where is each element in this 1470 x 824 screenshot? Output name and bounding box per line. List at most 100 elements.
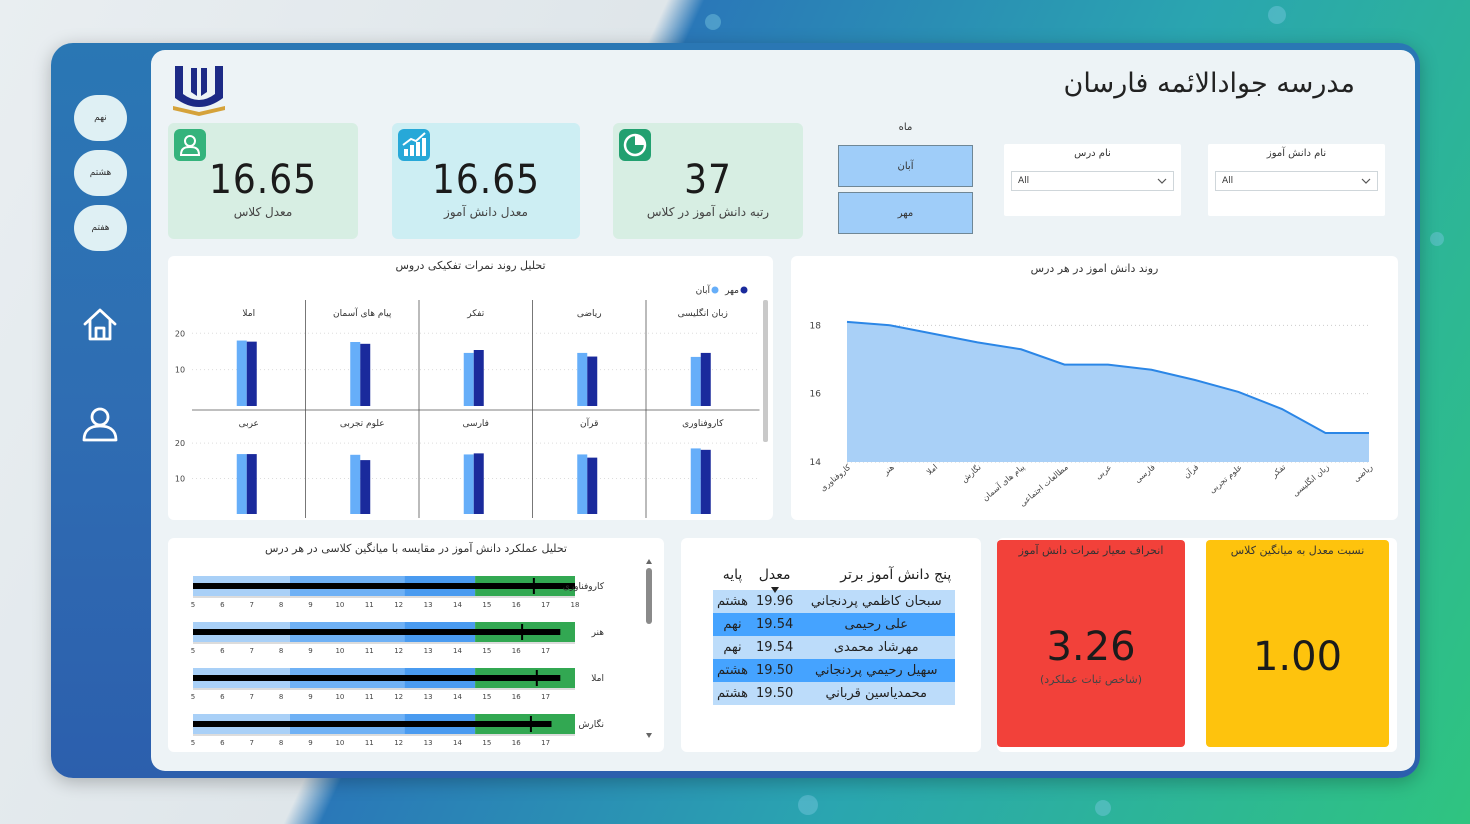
- bullet-tick-label: 15: [482, 739, 491, 747]
- lesson-dropdown-value: All: [1018, 176, 1030, 186]
- bar-aban: [690, 356, 701, 406]
- bar-mehr: [246, 341, 257, 406]
- bar-aban: [350, 454, 361, 514]
- header-grade[interactable]: پایه: [713, 560, 752, 590]
- bullet-row-label: کاروفناوری: [563, 582, 605, 592]
- bullet-value-bar: [193, 721, 552, 727]
- panel-label: تفکر: [466, 309, 484, 319]
- legend-mehr-marker: [740, 286, 748, 294]
- bullet-tick-label: 9: [308, 647, 312, 655]
- kpi-student-average: 16.65 معدل دانش آموز: [392, 123, 580, 239]
- month-option-mehr[interactable]: مهر: [838, 192, 973, 234]
- top-students-table: پنج دانش آموز برتر معدل پایه سبحان کاظمي…: [713, 560, 956, 705]
- bar-mehr: [473, 350, 484, 406]
- student-average: 19.54: [756, 640, 794, 655]
- bullet-tick-label: 7: [250, 647, 254, 655]
- scroll-down-icon: [646, 733, 652, 738]
- x-tick-label: پیام های آسمان: [980, 462, 1026, 503]
- table-row[interactable]: مهرشاد محمدی 19.54 نهم: [713, 636, 956, 659]
- bar-aban: [463, 454, 474, 514]
- bar-aban: [236, 454, 247, 514]
- student-name: محمدياسين قرباني: [825, 686, 928, 701]
- bullet-tick-label: 9: [308, 739, 312, 747]
- deviation-subtitle: (شاخص ثبات عملکرد): [1039, 673, 1143, 686]
- profile-icon[interactable]: [80, 404, 120, 444]
- lesson-trend-chart: تحلیل روند نمرات تفکیکی دروس مهر آبان 10 20…: [168, 256, 773, 520]
- bg-dot: [1268, 6, 1286, 24]
- bar-aban: [577, 454, 588, 514]
- bullet-tick-label: 13: [424, 647, 433, 655]
- student-average: 19.50: [756, 663, 794, 678]
- panel-label: زبان انگلیسی: [678, 307, 728, 319]
- deviation-value: 3.26: [1046, 624, 1136, 670]
- bullet-tick-label: 15: [482, 601, 491, 609]
- student-name: سبحان کاظمي پردنجاني: [810, 594, 942, 609]
- bullet-chart-card: تحلیل عملکرد دانش آموز در مقایسه با میان…: [168, 538, 664, 752]
- student-trend-chart: روند دانش اموز در هر درس 14 16 18 کاروفناور…: [791, 256, 1398, 520]
- kpi-label: معدل کلاس: [233, 205, 293, 219]
- bullet-value-bar: [193, 675, 561, 681]
- header-average[interactable]: معدل: [752, 560, 797, 593]
- bullet-tick-label: 13: [424, 601, 433, 609]
- chart-scrollbar: [763, 300, 768, 442]
- student-name: مهرشاد محمدی: [833, 640, 919, 655]
- table-row[interactable]: سبحان کاظمي پردنجاني 19.96 هشتم: [713, 590, 956, 613]
- kpi-label: معدل دانش آموز: [444, 205, 528, 219]
- y-tick-label: 18: [810, 321, 822, 331]
- bullet-value-bar: [193, 629, 561, 635]
- bullet-tick-label: 11: [365, 601, 374, 609]
- scroll-up-icon: [646, 559, 652, 564]
- bullet-tick-label: 11: [365, 647, 374, 655]
- bullet-tick-label: 16: [512, 739, 521, 747]
- panel-label: کاروفناوری: [682, 419, 724, 429]
- table-row[interactable]: سهيل رحيمي پردنجاني 19.50 هشتم: [713, 659, 956, 682]
- y-tick-label: 14: [810, 458, 822, 468]
- ratio-value: 1.00: [1252, 634, 1343, 680]
- student-dropdown[interactable]: All: [1215, 171, 1378, 191]
- grade-hashtom-button[interactable]: هشتم: [74, 150, 127, 196]
- student-slicer: نام دانش آموز All: [1208, 144, 1385, 216]
- bullet-tick-label: 5: [191, 739, 195, 747]
- lesson-slicer-title: نام درس: [1074, 148, 1111, 159]
- student-dropdown-value: All: [1222, 176, 1234, 186]
- x-tick-label: کاروفناوری: [818, 463, 852, 494]
- bullet-tick-label: 14: [453, 739, 462, 747]
- kpi-class-average: 16.65 معدل کلاس: [168, 123, 358, 239]
- bar-mehr: [246, 454, 257, 514]
- y-tick-label: 20: [175, 439, 185, 448]
- grade-nahom-button[interactable]: نهم: [74, 95, 127, 141]
- table-row[interactable]: محمدياسين قرباني 19.50 هشتم: [713, 682, 956, 705]
- table-row[interactable]: على رحيمى 19.54 نهم: [713, 613, 956, 636]
- panel-label: پیام های آسمان: [333, 307, 392, 319]
- month-slicer-title: ماه: [898, 122, 913, 133]
- bullet-tick-label: 11: [365, 739, 374, 747]
- bullet-tick-label: 16: [512, 693, 521, 701]
- header-name[interactable]: پنج دانش آموز برتر: [797, 560, 955, 590]
- top-students-card: پنج دانش آموز برتر معدل پایه سبحان کاظمي…: [681, 538, 981, 752]
- bar-aban: [577, 352, 588, 406]
- home-icon[interactable]: [80, 304, 120, 344]
- month-option-aban[interactable]: آبان: [838, 145, 973, 187]
- lesson-dropdown[interactable]: All: [1011, 171, 1174, 191]
- grade-haftom-button[interactable]: هفتم: [74, 205, 127, 251]
- deviation-title: انحراف معیار نمرات دانش آموز: [1018, 544, 1164, 557]
- bullet-tick-label: 8: [279, 739, 283, 747]
- bullet-tick-label: 6: [220, 693, 225, 701]
- area-chart-svg: 14 16 18 کاروفناوری هنر املا نگارشپیام های آسم…: [810, 320, 1374, 508]
- bullet-tick-label: 14: [453, 601, 462, 609]
- bullet-row-label: املا: [591, 674, 604, 684]
- y-tick-label: 10: [175, 475, 185, 484]
- lesson-slicer: نام درس All: [1004, 144, 1181, 216]
- bar-mehr: [473, 453, 484, 514]
- school-logo: [173, 66, 225, 116]
- bullet-tick-label: 8: [279, 647, 283, 655]
- panel-label: علوم تجربی: [340, 419, 385, 429]
- bar-mehr: [587, 457, 598, 514]
- bullet-tick-label: 16: [512, 601, 521, 609]
- student-grade: هشتم: [717, 663, 749, 678]
- bullet-tick-label: 6: [220, 739, 225, 747]
- bullet-tick-label: 17: [541, 647, 550, 655]
- bullet-tick-label: 12: [394, 739, 403, 747]
- x-tick-label: عربی: [1094, 463, 1114, 482]
- header-average-label: معدل: [758, 567, 791, 583]
